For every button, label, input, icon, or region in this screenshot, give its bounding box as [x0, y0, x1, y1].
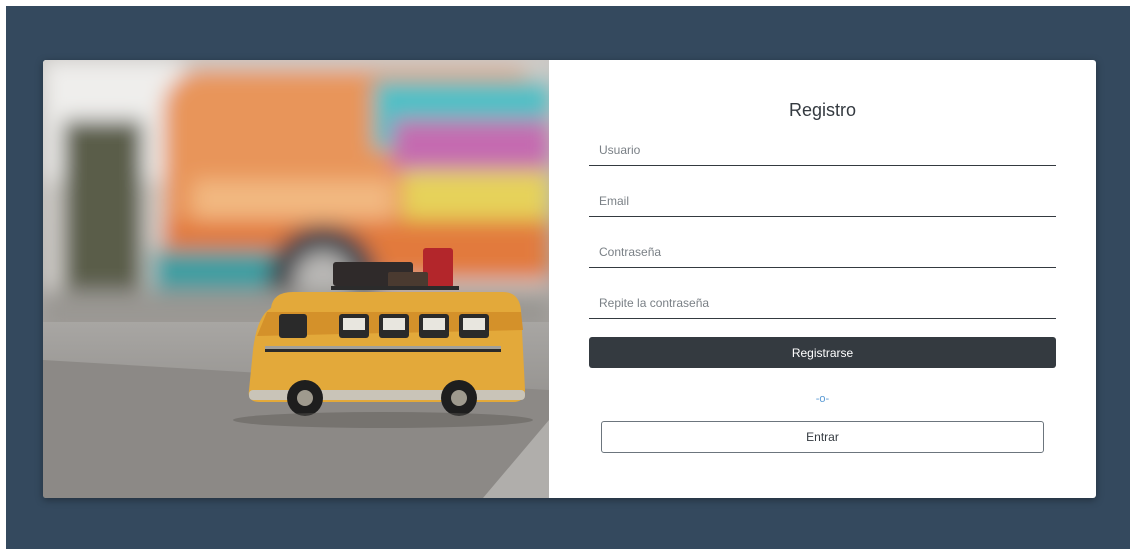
register-button[interactable]: Registrarse [589, 337, 1056, 368]
or-separator: -o- [815, 393, 830, 405]
form-title: Registro [788, 100, 857, 120]
page-background: Registro Registrarse -o- Entrar [6, 6, 1130, 549]
register-card: Registro Registrarse -o- Entrar [43, 60, 1096, 498]
email-field[interactable] [589, 185, 1056, 217]
login-button[interactable]: Entrar [601, 421, 1044, 453]
username-field[interactable] [589, 134, 1056, 166]
register-form: Registro Registrarse -o- Entrar [549, 60, 1096, 498]
toy-bus-photo [43, 60, 549, 498]
password-field[interactable] [589, 236, 1056, 268]
password-repeat-field[interactable] [589, 287, 1056, 319]
